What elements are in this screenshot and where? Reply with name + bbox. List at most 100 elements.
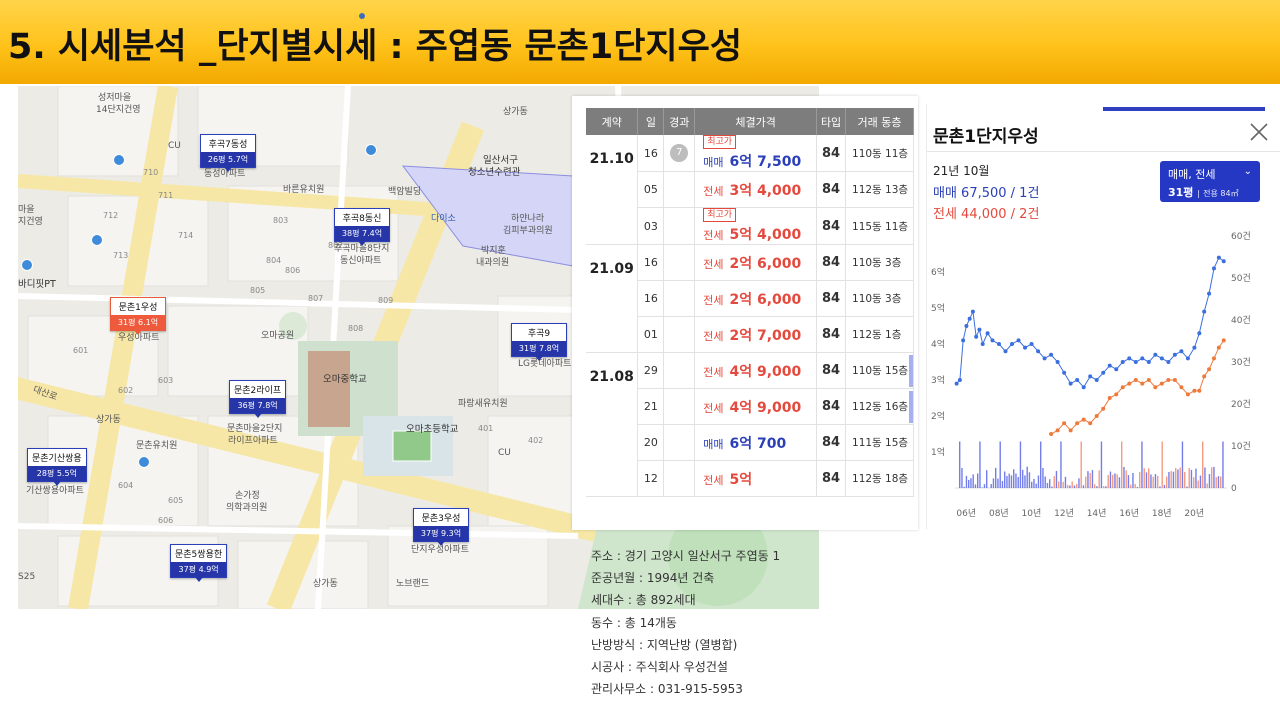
volume-bar bbox=[1152, 476, 1154, 488]
col-header-price[interactable]: 체결가격 bbox=[694, 108, 818, 135]
volume-bar bbox=[1123, 466, 1125, 488]
slide: 5. 시세분석 _단지별시세 : 주엽동 문촌1단지우성 710 711 712… bbox=[0, 0, 1280, 720]
series-point bbox=[1202, 309, 1207, 314]
building-floor: 110동 3층 bbox=[845, 280, 914, 317]
volume-bar bbox=[1040, 441, 1042, 488]
volume-bar bbox=[1168, 471, 1170, 488]
marker-price: 37평 9.3억 bbox=[414, 526, 468, 541]
volume-bar bbox=[1100, 441, 1103, 488]
block-number: 803 bbox=[273, 216, 289, 225]
volume-bar bbox=[997, 478, 999, 488]
col-header-contract[interactable]: 계약 bbox=[586, 108, 639, 135]
volume-bar bbox=[1127, 475, 1130, 488]
block-number: 711 bbox=[158, 191, 174, 200]
volume-bar bbox=[1067, 484, 1069, 488]
marker-munchon1[interactable]: 문촌1우성 31평 6.1억 bbox=[110, 297, 166, 335]
volume-bar bbox=[1015, 473, 1017, 488]
volume-bar bbox=[1062, 481, 1064, 488]
series-point bbox=[980, 342, 985, 346]
volume-bar bbox=[1215, 477, 1217, 488]
marker-munchon5[interactable]: 문촌5쌍용한 37평 4.9억 bbox=[170, 544, 228, 582]
deal-price: 3억 4,000 bbox=[729, 182, 802, 199]
deal-price: 5억 bbox=[729, 471, 753, 488]
x-tick-label: 16년 bbox=[1119, 508, 1139, 519]
volume-bar bbox=[1190, 469, 1193, 488]
price-trend-chart[interactable]: 1억 2억 3억 4억 5억 6억 0 10건 20건 30건 40건 50건 60건 06년 08년 10년… bbox=[927, 226, 1280, 526]
map-label: 상가동 bbox=[313, 579, 338, 589]
deal-price: 6억 7,500 bbox=[729, 154, 802, 170]
x-tick-label: 06년 bbox=[956, 508, 976, 519]
volume-bar bbox=[1096, 486, 1098, 488]
info-heating: 난방방식 : 지역난방 (열병합) bbox=[591, 637, 738, 652]
deal-price: 2억 7,000 bbox=[729, 327, 802, 344]
block-number: 807 bbox=[308, 294, 324, 303]
volume-bar bbox=[1222, 441, 1224, 488]
col-header-day[interactable]: 일 bbox=[637, 108, 665, 135]
series-point bbox=[1166, 378, 1171, 382]
block-number: 602 bbox=[118, 386, 134, 395]
map-label: 오마공원 bbox=[261, 331, 295, 341]
building-floor: 110동 11층 bbox=[845, 135, 914, 172]
unit-type: 84 bbox=[816, 207, 847, 245]
marker-munchon-kisan[interactable]: 문촌기산쌍용 28평 5.5억 bbox=[27, 448, 87, 486]
volume-bar bbox=[1103, 486, 1105, 488]
volume-bar bbox=[1213, 466, 1215, 488]
volume-bar bbox=[1116, 474, 1118, 488]
marker-hugok8[interactable]: 후곡8동신 38평 7.4억 bbox=[334, 208, 390, 246]
col-header-elapsed[interactable]: 경과 bbox=[663, 108, 696, 135]
bus-stop-icon[interactable] bbox=[91, 234, 103, 246]
marker-hugok9[interactable]: 후곡9 31평 7.8억 bbox=[511, 323, 567, 361]
close-icon[interactable] bbox=[1247, 120, 1271, 144]
volume-bar bbox=[992, 478, 995, 488]
bus-stop-icon[interactable] bbox=[113, 154, 125, 166]
marker-name: 후곡7동성 bbox=[208, 140, 248, 150]
price-cell: 전세 2억 6,000 bbox=[694, 280, 818, 317]
row-highlight-bar bbox=[909, 391, 913, 423]
series-point bbox=[1023, 345, 1028, 350]
series-point bbox=[1185, 392, 1190, 397]
deal-filter-dropdown[interactable]: 매매, 전세 ⌄ 31평 | 전용 84㎡ bbox=[1160, 161, 1260, 202]
x-tick-label: 08년 bbox=[989, 508, 1009, 519]
building-floor: 110동 15층 bbox=[845, 352, 914, 389]
marker-munchon2[interactable]: 문촌2라이프 36평 7.8억 bbox=[229, 380, 287, 418]
complex-info-list: 주소 : 경기 고양시 일산서구 주엽동 1 준공년월 : 1994년 건축 세… bbox=[591, 545, 780, 700]
series-point bbox=[1114, 392, 1119, 397]
volume-bar bbox=[1199, 475, 1202, 488]
volume-bar bbox=[1159, 486, 1161, 488]
series-point bbox=[1202, 374, 1207, 379]
col-header-building-floor[interactable]: 거래 동층 bbox=[845, 108, 914, 135]
volume-bar bbox=[1186, 486, 1188, 488]
price-cell: 전세 2억 6,000 bbox=[694, 244, 818, 281]
series-point bbox=[1075, 421, 1080, 426]
block-number: 606 bbox=[158, 516, 174, 525]
block-number: 805 bbox=[250, 286, 266, 295]
volume-bar bbox=[1069, 485, 1071, 488]
col-header-type[interactable]: 타입 bbox=[816, 108, 847, 135]
volume-bar bbox=[1177, 469, 1179, 488]
series-point bbox=[1120, 360, 1125, 364]
block-number: 713 bbox=[113, 251, 129, 260]
bus-stop-icon[interactable] bbox=[365, 144, 377, 156]
bus-stop-icon[interactable] bbox=[21, 259, 33, 271]
marker-price: 31평 6.1억 bbox=[111, 315, 165, 330]
volume-bar bbox=[1217, 476, 1220, 488]
contract-day: 12 bbox=[637, 460, 665, 497]
volume-bar bbox=[1098, 470, 1100, 488]
marker-name: 문촌기산쌍용 bbox=[32, 454, 82, 464]
table-row[interactable]: 21.10 16 7 최고가 매매 6억 7,500 84 110동 11층 bbox=[586, 135, 914, 245]
unit-type: 84 bbox=[816, 460, 847, 497]
contract-month: 21.10 bbox=[586, 135, 639, 245]
marker-name: 후곡9 bbox=[527, 329, 551, 339]
y-left-tick-label: 2억 bbox=[931, 410, 945, 422]
table-row[interactable]: 21.09 16 전세 2억 6,000 84 110동 3층 bbox=[586, 244, 914, 353]
volume-bar bbox=[1204, 467, 1206, 488]
marker-name: 후곡8동신 bbox=[342, 214, 382, 224]
table-row[interactable]: 21.08 29 전세 4억 9,000 84 110동 15층 bbox=[586, 352, 914, 497]
marker-munchon3[interactable]: 문촌3우성 37평 9.3억 bbox=[413, 508, 469, 546]
volume-bar bbox=[1141, 441, 1143, 488]
unit-type: 84 bbox=[816, 280, 847, 317]
marker-price: 36평 7.8억 bbox=[230, 398, 286, 413]
marker-hugok7[interactable]: 후곡7동성 26평 5.7억 bbox=[200, 134, 256, 172]
volume-bar bbox=[1175, 467, 1177, 488]
bus-stop-icon[interactable] bbox=[138, 456, 150, 468]
